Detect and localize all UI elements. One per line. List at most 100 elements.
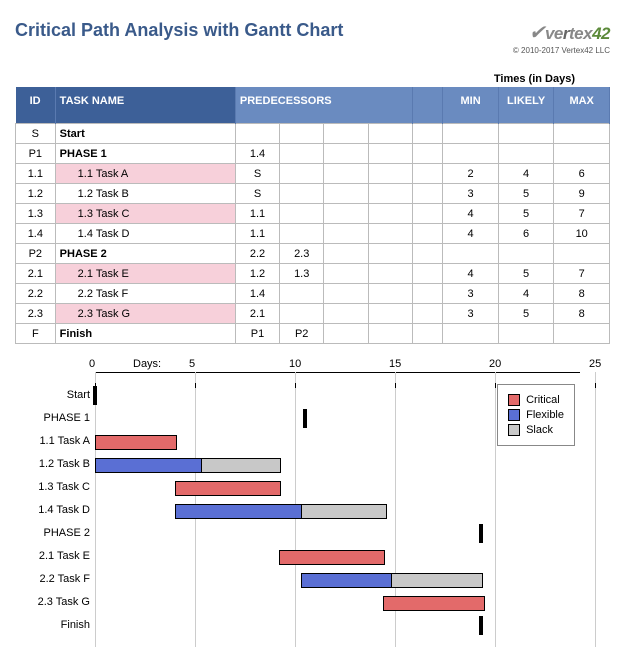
x-axis (95, 372, 580, 373)
gantt-bar-crit (175, 481, 281, 496)
gantt-marker (479, 524, 483, 543)
cell-pred: 2.2 (235, 244, 279, 264)
cell-id: S (16, 124, 56, 144)
table-row[interactable]: 2.22.2 Task F1.4348 (16, 284, 610, 304)
gantt-row: 1.2 Task B (15, 455, 580, 475)
cell-pred (280, 204, 324, 224)
gantt-row-label: 2.2 Task F (15, 573, 90, 585)
cell-name: Start (55, 124, 235, 144)
cell-pred (324, 244, 368, 264)
gantt-row-label: PHASE 2 (15, 527, 90, 539)
cell-pred (368, 324, 412, 344)
cell-id: 1.3 (16, 204, 56, 224)
cell-max (554, 324, 610, 344)
cell-gap (412, 124, 443, 144)
gantt-bar-slack (201, 458, 281, 473)
cell-max: 6 (554, 164, 610, 184)
cell-pred: P2 (280, 324, 324, 344)
cell-pred (280, 284, 324, 304)
cell-pred (324, 324, 368, 344)
table-row[interactable]: 2.12.1 Task E1.21.3457 (16, 264, 610, 284)
gantt-row: Finish (15, 616, 580, 636)
cell-gap (412, 284, 443, 304)
gantt-row-label: 1.3 Task C (15, 481, 90, 493)
cell-likely: 5 (498, 264, 554, 284)
cell-min: 2 (443, 164, 499, 184)
cell-name: 2.3 Task G (55, 304, 235, 324)
cell-min (443, 244, 499, 264)
cell-max (554, 144, 610, 164)
cell-pred: 1.4 (235, 144, 279, 164)
gantt-row-label: 1.1 Task A (15, 435, 90, 447)
table-row[interactable]: 1.31.3 Task C1.1457 (16, 204, 610, 224)
header: Critical Path Analysis with Gantt Chart … (15, 20, 610, 55)
cell-name: PHASE 2 (55, 244, 235, 264)
col-id: ID (16, 87, 56, 124)
cell-pred: 1.4 (235, 284, 279, 304)
copyright: © 2010-2017 Vertex42 LLC (513, 46, 610, 55)
gantt-row: 1.4 Task D (15, 501, 580, 521)
tasks-table: ID TASK NAME PREDECESSORS MIN LIKELY MAX… (15, 87, 610, 344)
col-max: MAX (554, 87, 610, 124)
cell-likely: 4 (498, 164, 554, 184)
cell-min: 3 (443, 284, 499, 304)
legend: Critical Flexible Slack (497, 384, 575, 446)
gantt-row-label: 2.3 Task G (15, 596, 90, 608)
cell-pred: S (235, 184, 279, 204)
table-row[interactable]: P1PHASE 11.4 (16, 144, 610, 164)
col-task: TASK NAME (55, 87, 235, 124)
cell-gap (412, 244, 443, 264)
cell-name: 1.3 Task C (55, 204, 235, 224)
cell-likely: 4 (498, 284, 554, 304)
table-row[interactable]: 1.21.2 Task BS359 (16, 184, 610, 204)
cell-likely: 5 (498, 304, 554, 324)
cell-pred (235, 124, 279, 144)
cell-id: 1.1 (16, 164, 56, 184)
gantt-row: PHASE 2 (15, 524, 580, 544)
table-row[interactable]: 2.32.3 Task G2.1358 (16, 304, 610, 324)
gantt-row-label: PHASE 1 (15, 412, 90, 424)
gantt-marker (303, 409, 307, 428)
table-row[interactable]: SStart (16, 124, 610, 144)
gantt-row-label: 1.2 Task B (15, 458, 90, 470)
cell-min: 4 (443, 204, 499, 224)
cell-pred (324, 204, 368, 224)
cell-id: 2.1 (16, 264, 56, 284)
cell-pred: 1.3 (280, 264, 324, 284)
cell-min (443, 144, 499, 164)
table-row[interactable]: P2PHASE 22.22.3 (16, 244, 610, 264)
cell-id: 2.3 (16, 304, 56, 324)
cell-pred (324, 164, 368, 184)
cell-gap (412, 224, 443, 244)
x-tick: 25 (595, 372, 596, 647)
page-title: Critical Path Analysis with Gantt Chart (15, 20, 343, 41)
gantt-bar-crit (279, 550, 385, 565)
vertex-logo: ✔vertex42 (513, 20, 610, 45)
times-header: Times (in Days) (15, 73, 610, 85)
cell-pred (280, 224, 324, 244)
logo-block: ✔vertex42 © 2010-2017 Vertex42 LLC (513, 20, 610, 55)
cell-name: Finish (55, 324, 235, 344)
cell-pred: S (235, 164, 279, 184)
gantt-row-label: 1.4 Task D (15, 504, 90, 516)
table-row[interactable]: FFinishP1P2 (16, 324, 610, 344)
cell-pred (368, 144, 412, 164)
gantt-row: 1.1 Task A (15, 432, 580, 452)
cell-max: 8 (554, 284, 610, 304)
cell-gap (412, 144, 443, 164)
cell-likely (498, 124, 554, 144)
gantt-row: 1.3 Task C (15, 478, 580, 498)
legend-slack: Slack (508, 424, 564, 436)
cell-min: 3 (443, 304, 499, 324)
col-min: MIN (443, 87, 499, 124)
cell-max: 7 (554, 204, 610, 224)
days-label: Days: (133, 358, 161, 370)
cell-pred (280, 304, 324, 324)
cell-min: 4 (443, 264, 499, 284)
cell-min: 3 (443, 184, 499, 204)
cell-gap (412, 164, 443, 184)
cell-pred (324, 184, 368, 204)
table-row[interactable]: 1.41.4 Task D1.14610 (16, 224, 610, 244)
cell-max: 8 (554, 304, 610, 324)
table-row[interactable]: 1.11.1 Task AS246 (16, 164, 610, 184)
